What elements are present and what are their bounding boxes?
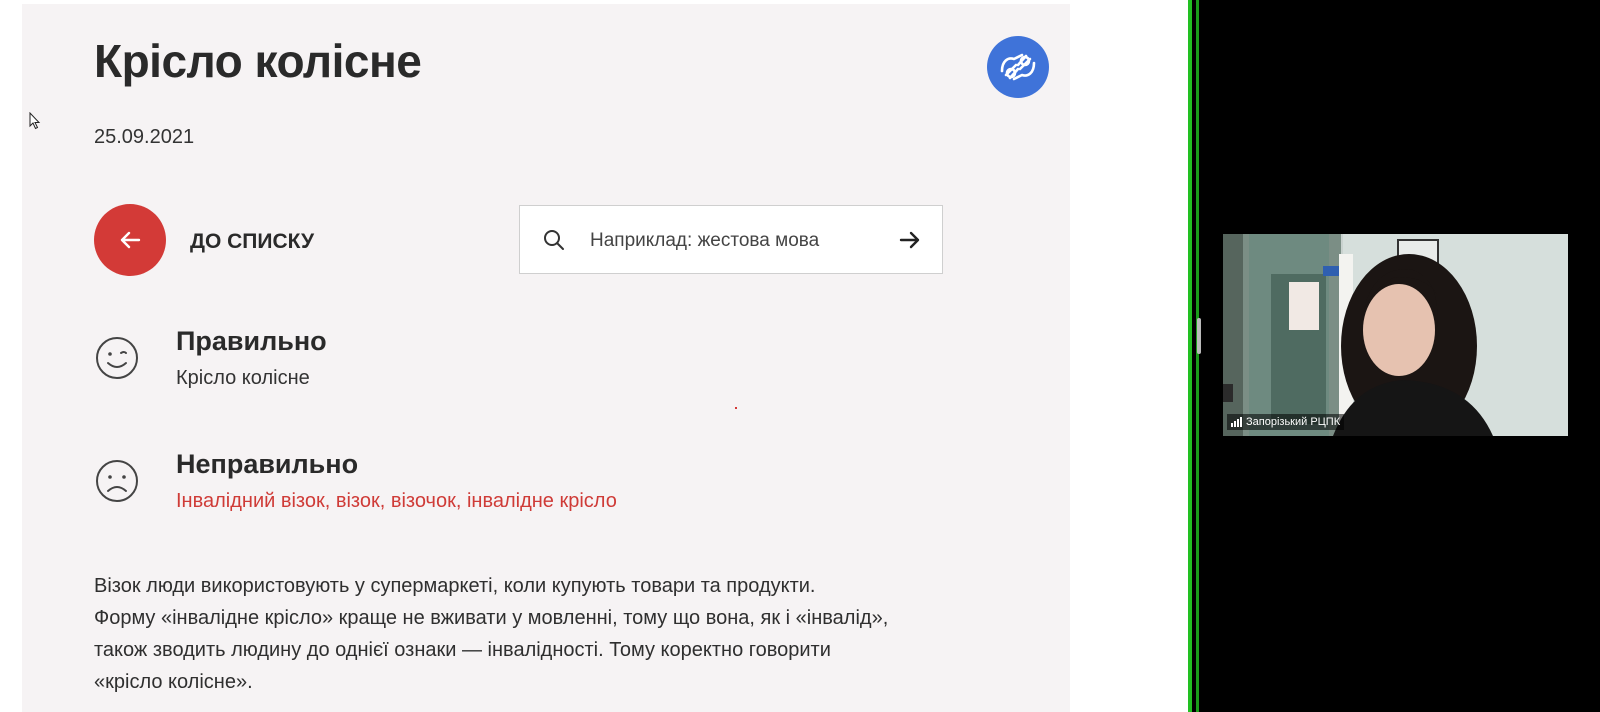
explanation-line: також зводить людину до однієї ознаки — …	[94, 639, 831, 661]
sign-language-icon	[1000, 53, 1036, 81]
participant-name: Запорізький РЦПК	[1246, 416, 1341, 428]
page-title: Крісло колісне	[94, 35, 422, 87]
panel-divider	[1196, 0, 1199, 712]
correct-term: Крісло колісне	[176, 367, 310, 389]
correct-heading: Правильно	[176, 326, 327, 356]
back-to-list-link[interactable]: до списку	[190, 230, 314, 254]
participant-name-tag: Запорізький РЦПК	[1227, 414, 1345, 430]
search-icon	[544, 230, 564, 250]
mouse-cursor-icon	[29, 112, 41, 130]
incorrect-heading: Неправильно	[176, 449, 359, 479]
incorrect-terms: Інвалідний візок, візок, візочок, інвалі…	[176, 490, 617, 512]
sad-face-icon	[96, 460, 138, 502]
active-speaker-border	[1188, 0, 1192, 712]
stray-dot	[735, 407, 737, 409]
explanation-line: Візок люди використовують у супермаркеті…	[94, 575, 816, 597]
publication-date: 25.09.2021	[94, 126, 195, 148]
sign-language-button[interactable]	[987, 36, 1049, 98]
arrow-right-icon[interactable]	[898, 228, 922, 252]
search-box[interactable]: Наприклад: жестова мова	[519, 205, 943, 274]
arrow-left-icon	[120, 231, 141, 249]
search-input[interactable]: Наприклад: жестова мова	[590, 230, 819, 252]
explanation-line: Форму «інвалідне крісло» краще не вживат…	[94, 607, 889, 629]
smiley-face-icon	[96, 337, 138, 379]
back-to-list-button[interactable]	[94, 204, 166, 276]
explanation-paragraph: Візок люди використовують у супермаркеті…	[94, 570, 974, 698]
explanation-line: «крісло колісне».	[94, 671, 253, 693]
signal-strength-icon	[1231, 417, 1242, 427]
article-page: Крісло колісне 25.09.2021 до списку Напр…	[22, 4, 1070, 712]
participant-video-frame	[1223, 234, 1568, 436]
participant-video[interactable]: Запорізький РЦПК	[1223, 234, 1568, 436]
panel-resize-handle[interactable]	[1197, 318, 1201, 354]
